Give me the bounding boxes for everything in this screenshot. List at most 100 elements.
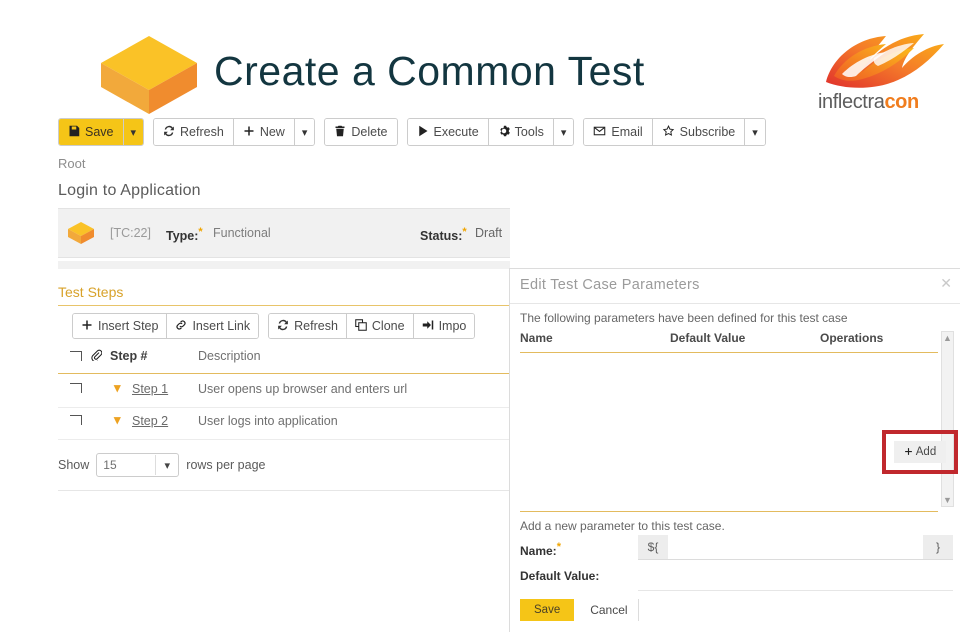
- parameter-name-field[interactable]: ${ }: [638, 535, 953, 560]
- save-button-label: Save: [85, 125, 114, 139]
- column-header-description[interactable]: Description: [198, 349, 261, 363]
- parameters-scrollbar[interactable]: ▲ ▼: [941, 331, 954, 507]
- pager-prefix-label: Show: [58, 458, 89, 472]
- inflectracon-logo: inflectracon: [812, 28, 954, 116]
- required-marker: *: [557, 541, 561, 553]
- required-marker: *: [462, 226, 466, 238]
- email-subscribe-group: Email Subscribe ▾: [583, 118, 765, 146]
- summary-bar-filler: [58, 261, 510, 269]
- plus-icon: [81, 319, 93, 333]
- name-prefix-addon: ${: [638, 535, 668, 559]
- execute-tools-group: Execute Tools ▾: [407, 118, 575, 146]
- step-link[interactable]: Step 2: [132, 414, 168, 428]
- email-button-label: Email: [611, 125, 642, 139]
- insert-group: Insert Step Insert Link: [72, 313, 259, 339]
- test-case-id: [TC:22]: [110, 226, 151, 240]
- subscribe-dropdown-button[interactable]: ▾: [745, 119, 765, 145]
- parameter-default-value-input[interactable]: [638, 565, 953, 591]
- dialog-footer: Save Cancel: [520, 599, 639, 621]
- column-header-default-value[interactable]: Default Value: [670, 331, 745, 345]
- subscribe-button[interactable]: Subscribe: [653, 119, 746, 145]
- status-label: Status:*: [420, 226, 467, 243]
- grid-corner-marker: [70, 351, 82, 361]
- chevron-down-icon[interactable]: ▾: [114, 412, 121, 428]
- copy-icon: [355, 319, 367, 333]
- import-label: Impo: [439, 319, 467, 333]
- save-button[interactable]: Save: [59, 119, 124, 145]
- table-row[interactable]: ▾ Step 2 User logs into application: [58, 407, 510, 440]
- gear-icon: [498, 125, 510, 139]
- import-arrow-icon: [422, 319, 434, 333]
- insert-step-button[interactable]: Insert Step: [73, 314, 167, 338]
- insert-step-label: Insert Step: [98, 319, 158, 333]
- chevron-down-icon[interactable]: ▾: [114, 380, 121, 396]
- chevron-up-icon[interactable]: ▲: [942, 333, 953, 343]
- new-button[interactable]: New: [234, 119, 295, 145]
- clone-button[interactable]: Clone: [347, 314, 414, 338]
- status-badge[interactable]: Draft: [475, 226, 502, 240]
- test-steps-section-title: Test Steps: [58, 284, 510, 306]
- envelope-icon: [593, 125, 606, 139]
- test-steps-toolbar: Insert Step Insert Link Refresh Clone: [72, 313, 484, 339]
- execute-button-label: Execute: [434, 125, 479, 139]
- parameter-name-input[interactable]: [668, 535, 923, 559]
- add-button-highlight-annotation: [882, 430, 958, 474]
- parameters-table-header: Name Default Value Operations: [520, 331, 938, 353]
- name-field-label: Name:*: [520, 541, 561, 558]
- logo-word-accent: con: [884, 91, 918, 113]
- star-icon: [662, 125, 675, 139]
- test-case-summary-bar: [TC:22] Type:* Functional Status:* Draft: [58, 208, 510, 258]
- rows-per-page-value: 15: [97, 455, 156, 475]
- step-description: User opens up browser and enters url: [198, 382, 407, 396]
- delete-button-group: Delete: [324, 118, 397, 146]
- refresh-button[interactable]: Refresh: [154, 119, 234, 145]
- test-case-name: Login to Application: [58, 182, 201, 200]
- grid-corner-marker: [70, 415, 82, 425]
- close-icon[interactable]: ✕: [940, 275, 952, 292]
- step-link[interactable]: Step 1: [132, 382, 168, 396]
- new-dropdown-button[interactable]: ▾: [295, 119, 315, 145]
- import-button[interactable]: Impo: [414, 314, 475, 338]
- chevron-down-icon: ▾: [302, 126, 308, 139]
- page-title: Create a Common Test: [214, 48, 814, 95]
- email-button[interactable]: Email: [584, 119, 652, 145]
- dialog-save-button[interactable]: Save: [520, 599, 574, 621]
- steps-refresh-label: Refresh: [294, 319, 338, 333]
- grid-corner-marker: [70, 383, 82, 393]
- link-icon: [175, 319, 187, 333]
- type-value[interactable]: Functional: [213, 226, 271, 240]
- steps-actions-group: Refresh Clone Impo: [268, 313, 475, 339]
- dialog-title: Edit Test Case Parameters: [520, 277, 700, 293]
- column-header-operations[interactable]: Operations: [820, 331, 883, 345]
- refresh-icon: [277, 319, 289, 333]
- test-steps-header-row: Step # Description: [58, 349, 510, 374]
- refresh-new-group: Refresh New ▾: [153, 118, 315, 146]
- logo-wordmark: inflectracon: [818, 91, 919, 114]
- tools-dropdown-button[interactable]: ▾: [554, 119, 574, 145]
- chevron-down-icon: ▾: [752, 126, 758, 139]
- step-description: User logs into application: [198, 414, 338, 428]
- steps-refresh-button[interactable]: Refresh: [269, 314, 347, 338]
- column-header-step[interactable]: Step #: [110, 349, 148, 363]
- rows-per-page-select[interactable]: 15 ▾: [96, 453, 179, 477]
- chevron-down-icon[interactable]: ▼: [942, 495, 953, 505]
- execute-button[interactable]: Execute: [408, 119, 489, 145]
- subscribe-button-label: Subscribe: [680, 125, 736, 139]
- save-dropdown-button[interactable]: ▾: [124, 119, 144, 145]
- delete-button[interactable]: Delete: [325, 119, 396, 145]
- column-header-name[interactable]: Name: [520, 331, 553, 345]
- name-label-text: Name:: [520, 544, 557, 558]
- table-row[interactable]: ▾ Step 1 User opens up browser and enter…: [58, 375, 510, 408]
- chevron-down-icon: ▾: [131, 126, 137, 139]
- type-label-text: Type:: [166, 229, 198, 243]
- paperclip-icon: [90, 348, 102, 364]
- insert-link-button[interactable]: Insert Link: [167, 314, 258, 338]
- pager-divider: [58, 490, 510, 491]
- default-value-field-label: Default Value:: [520, 569, 599, 583]
- clone-label: Clone: [372, 319, 405, 333]
- type-label: Type:*: [166, 226, 203, 243]
- tools-button[interactable]: Tools: [489, 119, 554, 145]
- add-parameter-intro: Add a new parameter to this test case.: [520, 519, 725, 533]
- breadcrumb[interactable]: Root: [58, 156, 85, 171]
- dialog-cancel-button[interactable]: Cancel: [580, 599, 638, 621]
